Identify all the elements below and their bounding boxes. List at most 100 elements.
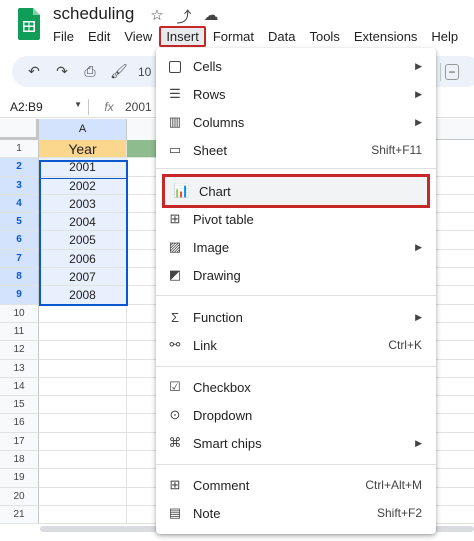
menu-item-sheet[interactable]: ▭ Sheet Shift+F11 bbox=[156, 136, 436, 164]
menu-item-link[interactable]: ⚯ Link Ctrl+K bbox=[156, 331, 436, 359]
menu-help[interactable]: Help bbox=[424, 26, 465, 47]
menu-item-note[interactable]: ▤ Note Shift+F2 bbox=[156, 499, 436, 527]
row-number[interactable]: 14 bbox=[0, 377, 39, 397]
cell[interactable] bbox=[39, 432, 127, 452]
shortcut-label: Ctrl+K bbox=[388, 338, 422, 352]
row-number[interactable]: 19 bbox=[0, 469, 39, 488]
menu-extensions[interactable]: Extensions bbox=[347, 26, 425, 47]
sheets-logo-icon[interactable] bbox=[18, 8, 40, 40]
select-all-corner[interactable] bbox=[0, 119, 39, 140]
cell[interactable]: 2002 bbox=[39, 176, 127, 195]
cell[interactable] bbox=[127, 140, 157, 159]
note-icon: ▤ bbox=[168, 505, 182, 520]
row-number[interactable]: 10 bbox=[0, 304, 39, 323]
menu-format[interactable]: Format bbox=[206, 26, 261, 47]
row-number[interactable]: 11 bbox=[0, 322, 39, 342]
submenu-arrow-icon: ▶ bbox=[415, 116, 422, 127]
cell[interactable] bbox=[39, 414, 127, 433]
cell[interactable] bbox=[39, 505, 127, 525]
print-icon[interactable]: ⎙ bbox=[82, 63, 98, 80]
cell[interactable]: 2003 bbox=[39, 194, 127, 214]
row-number[interactable]: 7 bbox=[0, 249, 39, 269]
menu-item-label: Image bbox=[193, 239, 230, 255]
submenu-arrow-icon: ▶ bbox=[415, 311, 422, 322]
menu-tools[interactable]: Tools bbox=[302, 26, 346, 47]
row-number[interactable]: 16 bbox=[0, 414, 39, 433]
undo-icon[interactable]: ↶ bbox=[26, 63, 42, 80]
menu-item-label: Checkbox bbox=[193, 379, 251, 395]
menu-insert[interactable]: Insert bbox=[159, 26, 206, 47]
drawing-icon: ◩ bbox=[168, 267, 182, 282]
menu-item-smart-chips[interactable]: ⌘ Smart chips ▶ bbox=[156, 429, 436, 457]
row-number[interactable]: 5 bbox=[0, 213, 39, 232]
column-header-a[interactable]: A bbox=[39, 119, 127, 140]
row-number[interactable]: 4 bbox=[0, 194, 39, 214]
cell[interactable]: 2004 bbox=[39, 213, 127, 232]
menu-item-label: Sheet bbox=[193, 142, 227, 158]
menu-data[interactable]: Data bbox=[261, 26, 302, 47]
cell[interactable]: Year bbox=[39, 140, 127, 159]
chevron-down-icon: ▼ bbox=[74, 99, 82, 109]
shortcut-label: Ctrl+Alt+M bbox=[365, 478, 422, 492]
menu-item-rows[interactable]: ☰ Rows ▶ bbox=[156, 80, 436, 108]
name-box[interactable]: A2:B9 ▼ bbox=[0, 100, 88, 114]
menu-view[interactable]: View bbox=[117, 26, 159, 47]
active-cell bbox=[40, 161, 127, 179]
row-number[interactable]: 12 bbox=[0, 341, 39, 360]
row-number[interactable]: 2 bbox=[0, 158, 39, 177]
menu-item-dropdown[interactable]: ⊙ Dropdown bbox=[156, 401, 436, 429]
menu-item-label: Link bbox=[193, 337, 217, 353]
menu-item-columns[interactable]: ▥ Columns ▶ bbox=[156, 108, 436, 136]
cell[interactable] bbox=[39, 451, 127, 470]
redo-icon[interactable]: ↷ bbox=[54, 63, 70, 80]
cell[interactable] bbox=[39, 359, 127, 378]
cell[interactable] bbox=[39, 469, 127, 488]
paint-format-icon[interactable]: 🖌 bbox=[110, 63, 128, 80]
cell[interactable]: 2007 bbox=[39, 268, 127, 287]
menu-item-image[interactable]: ▨ Image ▶ bbox=[156, 233, 436, 261]
row-number[interactable]: 20 bbox=[0, 487, 39, 506]
cell[interactable] bbox=[39, 341, 127, 360]
cell[interactable] bbox=[39, 377, 127, 397]
cell[interactable] bbox=[39, 304, 127, 323]
menu-item-label: Chart bbox=[199, 183, 231, 199]
cell[interactable] bbox=[39, 487, 127, 506]
row-number[interactable]: 18 bbox=[0, 451, 39, 470]
star-icon[interactable]: ☆ bbox=[148, 6, 166, 27]
menu-item-checkbox[interactable]: ☑ Checkbox bbox=[156, 373, 436, 401]
menu-edit[interactable]: Edit bbox=[81, 26, 117, 47]
cloud-status-icon[interactable]: ☁ bbox=[202, 6, 220, 27]
formula-input[interactable]: 2001 bbox=[125, 100, 152, 114]
cell[interactable]: 2006 bbox=[39, 249, 127, 269]
columns-icon: ▥ bbox=[168, 114, 182, 129]
chart-icon: 📊 bbox=[173, 183, 190, 198]
menu-item-function[interactable]: Σ Function ▶ bbox=[156, 303, 436, 331]
menu-divider bbox=[156, 366, 436, 367]
menu-file[interactable]: File bbox=[46, 26, 81, 47]
cell[interactable] bbox=[39, 322, 127, 342]
document-title[interactable]: scheduling bbox=[53, 4, 134, 24]
menu-item-label: Smart chips bbox=[193, 435, 262, 451]
row-number[interactable]: 3 bbox=[0, 176, 39, 195]
row-number[interactable]: 21 bbox=[0, 505, 39, 525]
cell[interactable]: 2008 bbox=[39, 286, 127, 305]
menu-item-pivot-table[interactable]: ⊞ Pivot table bbox=[156, 205, 436, 233]
menu-item-cells[interactable]: Cells ▶ bbox=[156, 52, 436, 80]
menu-item-chart[interactable]: 📊 Chart bbox=[162, 174, 430, 208]
row-number[interactable]: 1 bbox=[0, 140, 39, 159]
cell[interactable] bbox=[39, 396, 127, 415]
cell[interactable]: 2005 bbox=[39, 231, 127, 250]
row-number[interactable]: 15 bbox=[0, 396, 39, 415]
decrease-font-size-icon[interactable]: − bbox=[445, 63, 459, 80]
row-number[interactable]: 17 bbox=[0, 432, 39, 452]
menu-item-comment[interactable]: ⊞ Comment Ctrl+Alt+M bbox=[156, 471, 436, 499]
row-number[interactable]: 8 bbox=[0, 268, 39, 287]
row-number[interactable]: 13 bbox=[0, 359, 39, 378]
rows-icon: ☰ bbox=[169, 86, 181, 101]
menu-item-drawing[interactable]: ◩ Drawing bbox=[156, 261, 436, 289]
submenu-arrow-icon: ▶ bbox=[415, 437, 422, 448]
move-to-folder-icon[interactable]: ⤴ bbox=[175, 6, 193, 27]
zoom-select[interactable]: 10 bbox=[138, 65, 151, 79]
row-number[interactable]: 6 bbox=[0, 231, 39, 250]
row-number[interactable]: 9 bbox=[0, 286, 39, 305]
